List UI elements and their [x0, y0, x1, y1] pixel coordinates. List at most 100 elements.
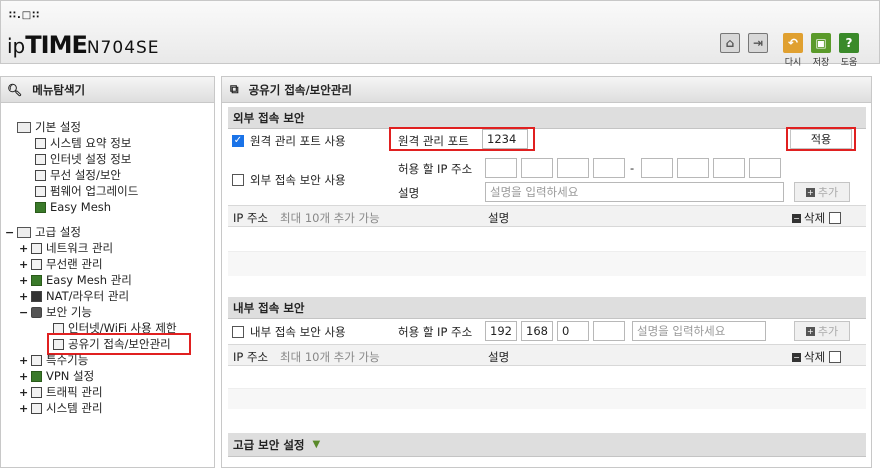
tree-advanced-settings[interactable]: − 고급 설정	[5, 224, 81, 240]
internal-allowed-ip-label: 허용 할 IP 주소	[398, 325, 473, 339]
tree-item-vpn[interactable]: + VPN 설정	[19, 368, 94, 384]
top-header: ∷.□∷ ipTIMEN704SE ⌂ ⇥ ↶ 다시 ▣ 저장 ? 도움	[0, 0, 880, 68]
internal-list-header: IP 주소 최대 10개 추가 가능 설명 − 삭제	[228, 344, 866, 366]
expand-triangle-icon[interactable]: ▼	[313, 439, 321, 450]
expand-toggle-icon[interactable]: +	[19, 354, 28, 367]
list-ip-header: IP 주소	[233, 350, 269, 364]
tree-item-system-summary[interactable]: 시스템 요약 정보	[35, 135, 131, 151]
tree-item-wireless-settings[interactable]: 무선 설정/보안	[35, 167, 121, 183]
folder-icon	[17, 226, 31, 238]
tree-item-wlan-mgmt[interactable]: + 무선랜 관리	[19, 256, 103, 272]
internal-ip-octet-2[interactable]	[521, 321, 553, 341]
wireless-icon	[35, 169, 46, 181]
delete-all-checkbox[interactable]	[829, 351, 842, 363]
remote-port-checkbox-label: 원격 관리 포트 사용	[250, 134, 346, 148]
advanced-security-header[interactable]: 고급 보안 설정 ▼	[228, 433, 866, 457]
tree-label: NAT/라우터 관리	[46, 289, 130, 303]
tree-item-easy-mesh-mgmt[interactable]: + Easy Mesh 관리	[19, 272, 132, 288]
tree-item-easy-mesh[interactable]: Easy Mesh	[35, 199, 111, 215]
save-button[interactable]: ▣ 저장	[810, 33, 832, 68]
folder-icon	[17, 121, 31, 133]
expand-toggle-icon[interactable]: +	[19, 402, 28, 415]
external-list-row-1	[228, 228, 866, 252]
remote-port-checkbox[interactable]: ✓	[232, 135, 244, 147]
tree-item-internet-settings[interactable]: 인터넷 설정 정보	[35, 151, 131, 167]
ip-start-octet-4[interactable]	[593, 158, 625, 178]
ip-end-octet-2[interactable]	[677, 158, 709, 178]
tree-item-network-mgmt[interactable]: + 네트워크 관리	[19, 240, 113, 256]
save-icon: ▣	[811, 33, 831, 53]
logout-button[interactable]: ⇥	[747, 33, 769, 53]
ip-end-octet-3[interactable]	[713, 158, 745, 178]
redo-icon: ↶	[783, 33, 803, 53]
collapse-toggle-icon[interactable]: −	[19, 306, 28, 319]
remote-port-checkbox-row[interactable]: ✓ 원격 관리 포트 사용	[232, 133, 346, 149]
iptime-logo: ipTIMEN704SE	[7, 31, 160, 59]
main-panel: ⧉ 공유기 접속/보안관리 외부 접속 보안 ✓ 원격 관리 포트 사용 원격 …	[221, 76, 872, 468]
tree-item-firmware-upgrade[interactable]: 펌웨어 업그레이드	[35, 183, 138, 199]
plus-icon: +	[805, 326, 815, 336]
tree-label: 시스템 관리	[46, 401, 103, 415]
ip-end-octet-1[interactable]	[641, 158, 673, 178]
tree-label: Easy Mesh 관리	[46, 273, 132, 287]
expand-toggle-icon[interactable]: +	[19, 258, 28, 271]
ip-start-octet-3[interactable]	[557, 158, 589, 178]
logout-icon: ⇥	[748, 33, 768, 53]
traffic-icon	[31, 386, 42, 398]
tree-item-system-mgmt[interactable]: + 시스템 관리	[19, 400, 103, 416]
magnifier-icon: 🔍︎	[7, 82, 23, 97]
tree-item-special-functions[interactable]: + 특수기능	[19, 352, 88, 368]
tree-basic-settings[interactable]: 기본 설정	[17, 119, 81, 135]
expand-toggle-icon[interactable]: +	[19, 386, 28, 399]
remote-port-label: 원격 관리 포트	[398, 134, 469, 148]
ip-start-octet-1[interactable]	[485, 158, 517, 178]
internal-ip-octet-1[interactable]	[485, 321, 517, 341]
ip-end-octet-4[interactable]	[749, 158, 781, 178]
tree-item-nat-router-mgmt[interactable]: + NAT/라우터 관리	[19, 288, 129, 304]
main-panel-header: ⧉ 공유기 접속/보안관리	[222, 77, 871, 103]
home-button[interactable]: ⌂	[719, 33, 741, 53]
description-input[interactable]	[485, 182, 784, 202]
tree-label: 트래픽 관리	[46, 385, 103, 399]
minus-icon: −	[792, 213, 801, 223]
external-list-row-2	[228, 252, 866, 276]
logo-ip: ip	[7, 34, 26, 58]
expand-toggle-icon[interactable]: +	[19, 242, 28, 255]
apply-button[interactable]: 적용	[790, 129, 852, 149]
tree-item-security[interactable]: − 보안 기능	[19, 304, 92, 320]
tree-label: 시스템 요약 정보	[50, 136, 132, 150]
internal-add-button[interactable]: + 추가	[794, 321, 850, 341]
tree-label: 무선랜 관리	[46, 257, 103, 271]
advanced-security-section[interactable]: 고급 보안 설정 ▼	[228, 433, 866, 463]
section-title: 내부 접속 보안	[228, 297, 866, 319]
ext-access-checkbox-row[interactable]: 외부 접속 보안 사용	[232, 172, 346, 188]
tree-item-traffic-mgmt[interactable]: + 트래픽 관리	[19, 384, 103, 400]
ip-start-octet-2[interactable]	[521, 158, 553, 178]
tree-label: 보안 기능	[46, 305, 92, 319]
redo-button[interactable]: ↶ 다시	[782, 33, 804, 68]
help-label: 도움	[840, 58, 858, 68]
tree-label: 기본 설정	[35, 120, 81, 134]
tree-label: 펌웨어 업그레이드	[50, 184, 139, 198]
tree-label: 인터넷 설정 정보	[50, 152, 132, 166]
internal-access-checkbox[interactable]	[232, 326, 244, 338]
collapse-toggle-icon[interactable]: −	[5, 226, 14, 239]
expand-toggle-icon[interactable]: +	[19, 370, 28, 383]
tree-label: VPN 설정	[46, 369, 95, 383]
ext-access-checkbox[interactable]	[232, 174, 244, 186]
internal-ip-octet-4[interactable]	[593, 321, 625, 341]
help-button[interactable]: ? 도움	[838, 33, 860, 68]
internal-description-input[interactable]	[632, 321, 766, 341]
expand-toggle-icon[interactable]: +	[19, 290, 28, 303]
expand-toggle-icon[interactable]: +	[19, 274, 28, 287]
delete-label: 삭제	[804, 211, 826, 225]
allowed-ip-label: 허용 할 IP 주소	[398, 162, 473, 176]
internal-access-checkbox-row[interactable]: 내부 접속 보안 사용	[232, 324, 346, 340]
internal-ip-octet-3[interactable]	[557, 321, 589, 341]
delete-all-checkbox[interactable]	[829, 212, 842, 224]
add-button[interactable]: + 추가	[794, 182, 850, 202]
section-title: 고급 보안 설정	[233, 437, 305, 452]
add-button-label: 추가	[817, 186, 839, 199]
remote-port-input[interactable]	[482, 129, 528, 149]
internal-list-row-2	[228, 389, 866, 409]
